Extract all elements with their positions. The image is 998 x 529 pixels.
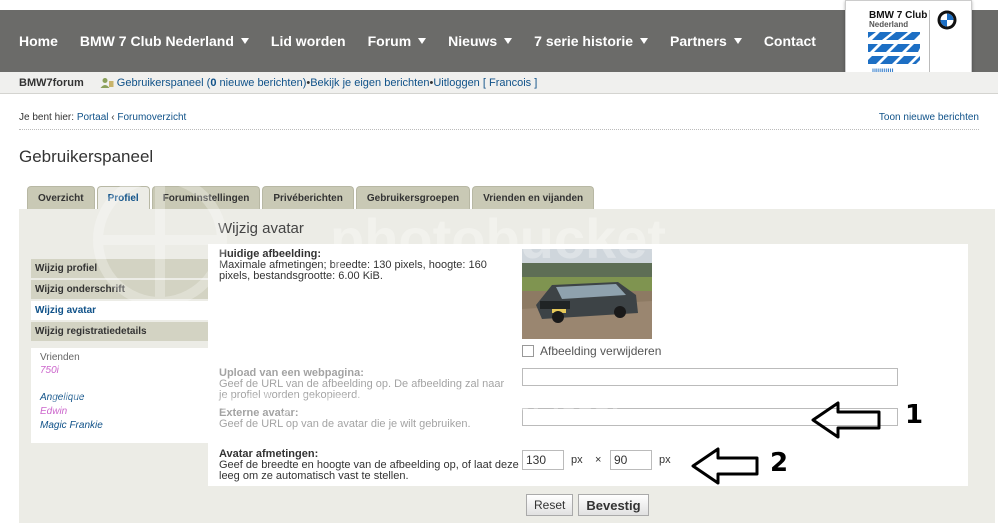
friend-online[interactable]: 750i bbox=[40, 365, 200, 376]
chevron-down-icon bbox=[240, 38, 249, 44]
remove-avatar-row: Afbeelding verwijderen bbox=[522, 344, 661, 358]
remote-avatar-explain: Geef de URL op van de avatar die je wilt… bbox=[219, 418, 471, 430]
submit-button[interactable]: Bevestig bbox=[578, 494, 649, 516]
divider bbox=[19, 129, 979, 130]
nav-label: Forum bbox=[367, 33, 412, 49]
chevron-down-icon bbox=[418, 38, 427, 44]
nav-label: Home bbox=[19, 33, 58, 49]
tab-usergroups[interactable]: Gebruikersgroepen bbox=[355, 186, 471, 209]
nav-home[interactable]: Home bbox=[8, 33, 69, 49]
ucp-panel: Wijzig avatar Wijzig profiel Wijzig onde… bbox=[19, 209, 995, 523]
annotation-arrow-left-icon bbox=[691, 447, 759, 485]
nav-label: Contact bbox=[763, 33, 816, 49]
tab-profile[interactable]: Profiel bbox=[96, 186, 150, 210]
chevron-down-icon bbox=[733, 38, 742, 44]
avatar-dimensions-label: Avatar afmetingen: Geef de breedte en ho… bbox=[219, 449, 519, 482]
upload-label: Upload van een webpagina: Geef de URL va… bbox=[219, 368, 514, 401]
sidebar-item-edit-account[interactable]: Wijzig registratiedetails bbox=[31, 322, 209, 342]
friend-name: Edwin bbox=[40, 406, 68, 417]
annotation-number: 2 bbox=[770, 448, 789, 478]
main-nav: Home BMW 7 Club Nederland Lid worden For… bbox=[8, 10, 827, 72]
width-unit: px bbox=[571, 454, 583, 466]
tab-private-messages[interactable]: Privéberichten bbox=[262, 186, 354, 209]
friend-offline[interactable]: Angelique bbox=[40, 391, 200, 405]
current-avatar-explain: Maximale afmetingen; breedte: 130 pixels… bbox=[219, 259, 487, 282]
logo-subtitle: Nederland bbox=[869, 20, 909, 29]
upload-url-input[interactable] bbox=[522, 368, 898, 386]
sidebar-item-edit-avatar[interactable]: Wijzig avatar bbox=[31, 301, 209, 321]
user-panel-icon bbox=[100, 77, 114, 88]
nav-forum[interactable]: Forum bbox=[357, 33, 438, 49]
logout-link[interactable]: Uitloggen [ Francois ] bbox=[433, 77, 537, 89]
sidebar-item-edit-profile[interactable]: Wijzig profiel bbox=[31, 259, 209, 279]
avatar-height-input[interactable] bbox=[610, 450, 652, 470]
current-avatar-label: Huidige afbeelding: Maximale afmetingen;… bbox=[219, 249, 519, 282]
nav-history[interactable]: 7 serie historie bbox=[523, 33, 659, 49]
tab-overview[interactable]: Overzicht bbox=[27, 186, 95, 209]
sidebar-item-edit-signature[interactable]: Wijzig onderschrift bbox=[31, 280, 209, 300]
times-symbol: × bbox=[595, 454, 602, 466]
friends-heading: Vrienden bbox=[40, 352, 80, 363]
tab-board-preferences[interactable]: Foruminstellingen bbox=[151, 186, 261, 209]
nav-label: Partners bbox=[670, 33, 727, 49]
breadcrumb-prefix: Je bent hier: bbox=[19, 112, 77, 123]
breadcrumb-trail: Je bent hier: Portaal ‹ Forumoverzicht bbox=[19, 112, 186, 123]
own-posts-link[interactable]: Bekijk je eigen berichten bbox=[310, 77, 429, 89]
avatar-image bbox=[522, 249, 652, 339]
friend-offline[interactable]: Edwin bbox=[40, 405, 200, 419]
remove-avatar-checkbox[interactable] bbox=[522, 345, 534, 357]
upload-explain: Geef de URL van de afbeelding op. De afb… bbox=[219, 378, 505, 401]
nav-news[interactable]: Nieuws bbox=[437, 33, 523, 49]
bavarian-flag-icon: ||||||||||| bbox=[868, 32, 920, 76]
remove-avatar-label: Afbeelding verwijderen bbox=[540, 344, 662, 358]
avatar-dimensions-explain: Geef de breedte en hoogte van de afbeeld… bbox=[219, 459, 519, 482]
form-title: Wijzig avatar bbox=[218, 220, 304, 237]
logo-divider bbox=[929, 10, 930, 76]
panel-link-end: nieuwe berichten) bbox=[216, 76, 307, 89]
nav-label: BMW 7 Club Nederland bbox=[79, 33, 234, 49]
nav-label: Lid worden bbox=[270, 33, 346, 49]
breadcrumb-portal[interactable]: Portaal bbox=[77, 112, 109, 123]
ucp-tabs: Overzicht Profiel Foruminstellingen Priv… bbox=[27, 186, 596, 210]
user-bar: BMW7forum Gebruikerspaneel (0 nieuwe ber… bbox=[0, 72, 998, 94]
nav-contact[interactable]: Contact bbox=[753, 33, 827, 49]
reset-button[interactable]: Reset bbox=[526, 494, 574, 516]
chevron-down-icon bbox=[640, 38, 648, 44]
new-posts-link[interactable]: Toon nieuwe berichten bbox=[879, 112, 979, 123]
friend-offline[interactable]: Magic Frankie bbox=[40, 419, 200, 433]
friends-box: Vrienden 750i Angelique Edwin Magic Fran… bbox=[31, 348, 209, 443]
tab-friends-foes[interactable]: Vrienden en vijanden bbox=[472, 186, 595, 209]
form-buttons: Reset Bevestig bbox=[526, 494, 654, 516]
nav-join[interactable]: Lid worden bbox=[260, 33, 357, 49]
profile-sidebar: Wijzig profiel Wijzig onderschrift Wijzi… bbox=[31, 259, 209, 343]
remote-avatar-label: Externe avatar: Geef de URL op van de av… bbox=[219, 408, 479, 430]
annotation-arrow-left-icon bbox=[811, 401, 881, 439]
nav-club[interactable]: BMW 7 Club Nederland bbox=[69, 33, 260, 49]
height-unit: px bbox=[659, 454, 671, 466]
page-title: Gebruikerspaneel bbox=[19, 147, 154, 166]
avatar-width-input[interactable] bbox=[522, 450, 564, 470]
bmw-roundel-icon bbox=[937, 10, 957, 30]
breadcrumb: Je bent hier: Portaal ‹ Forumoverzicht T… bbox=[19, 112, 979, 123]
annotation-number: 1 bbox=[905, 400, 924, 430]
avatar-form: Huidige afbeelding: Maximale afmetingen;… bbox=[208, 244, 968, 486]
chevron-down-icon bbox=[504, 38, 513, 44]
breadcrumb-forum[interactable]: Forumoverzicht bbox=[117, 112, 186, 123]
forum-brand[interactable]: BMW7forum bbox=[19, 77, 84, 89]
nav-label: 7 serie historie bbox=[534, 33, 633, 49]
nav-label: Nieuws bbox=[448, 33, 498, 49]
user-panel-link[interactable]: Gebruikerspaneel (0 nieuwe berichten) bbox=[117, 77, 307, 89]
panel-link-text: Gebruikerspaneel ( bbox=[116, 76, 211, 89]
nav-partners[interactable]: Partners bbox=[659, 33, 753, 49]
